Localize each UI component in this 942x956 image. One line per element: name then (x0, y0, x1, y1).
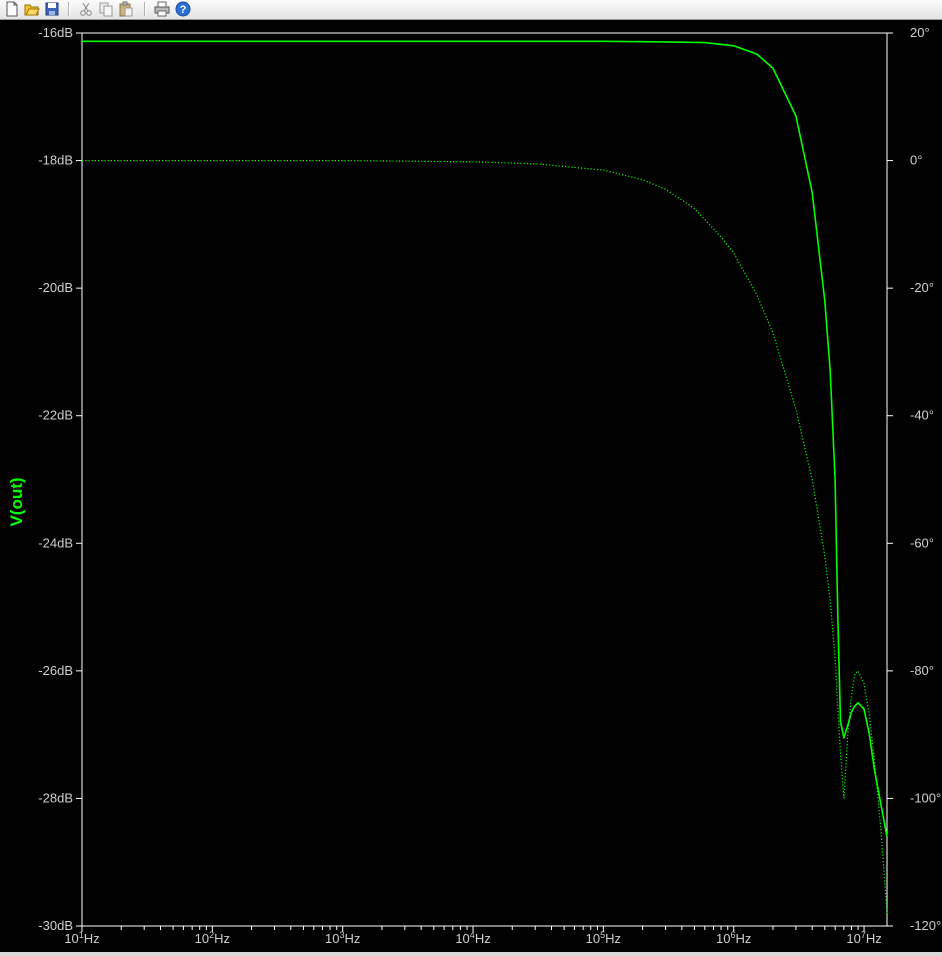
toolbar: ? (0, 0, 942, 20)
y-tick-label: -22dB (38, 408, 73, 423)
new-icon[interactable] (4, 1, 20, 17)
x-tick-unit: Hz (866, 931, 882, 946)
y2-tick-label: -80° (910, 663, 934, 678)
cut-icon[interactable] (78, 1, 94, 17)
traces (82, 40, 888, 914)
y2-tick-label: -20° (910, 280, 934, 295)
open-folder-icon[interactable] (24, 1, 40, 17)
x-tick-unit: Hz (736, 931, 752, 946)
x-tick-unit: Hz (344, 931, 360, 946)
y2-tick-label: -100° (910, 790, 941, 805)
axis-ticks (76, 32, 893, 932)
x-tick-label: 103Hz (325, 930, 360, 946)
x-tick-unit: Hz (214, 931, 230, 946)
bode-plot: -16dB-18dB-20dB-22dB-24dB-26dB-28dB-30dB… (7, 25, 941, 946)
y2-tick-label: 20° (910, 25, 930, 40)
y-tick-label: -26dB (38, 663, 73, 678)
y-tick-label: -20dB (38, 280, 73, 295)
y2-tick-label: 0° (910, 153, 922, 168)
y-axis-label[interactable]: V(out) (7, 477, 26, 526)
x-tick-label: 104Hz (455, 930, 490, 946)
magnitude-axis: -16dB-18dB-20dB-22dB-24dB-26dB-28dB-30dB (38, 25, 73, 933)
help-icon[interactable]: ? (175, 1, 191, 17)
phase-trace[interactable] (82, 160, 888, 914)
y-tick-label: -24dB (38, 535, 73, 550)
magnitude-trace[interactable] (82, 40, 888, 837)
y2-tick-label: -120° (910, 918, 941, 933)
x-tick-unit: Hz (605, 931, 621, 946)
x-tick-label: 102Hz (195, 930, 230, 946)
paste-icon[interactable] (118, 1, 134, 17)
frequency-axis: 101Hz 102Hz 103Hz 104Hz 105Hz 106Hz 107Hz (64, 930, 881, 946)
y-tick-label: -28dB (38, 790, 73, 805)
save-icon[interactable] (44, 1, 60, 17)
x-tick-unit: Hz (475, 931, 491, 946)
phase-axis: 20° 0° -20° -40° -60° -80° -100° -120° (910, 25, 941, 933)
y2-tick-label: -40° (910, 408, 934, 423)
x-tick-label: 106Hz (716, 930, 751, 946)
y2-tick-label: -60° (910, 535, 934, 550)
plot-area-frame (81, 32, 888, 927)
x-tick-label: 107Hz (846, 930, 881, 946)
print-icon[interactable] (154, 1, 170, 17)
x-tick-label: 105Hz (586, 930, 621, 946)
svg-text:?: ? (180, 4, 187, 16)
status-strip (0, 952, 942, 956)
x-tick-label: 101Hz (64, 930, 99, 946)
y-tick-label: -16dB (38, 25, 73, 40)
y-tick-label: -18dB (38, 153, 73, 168)
copy-icon[interactable] (98, 1, 114, 17)
x-tick-unit: Hz (84, 931, 100, 946)
